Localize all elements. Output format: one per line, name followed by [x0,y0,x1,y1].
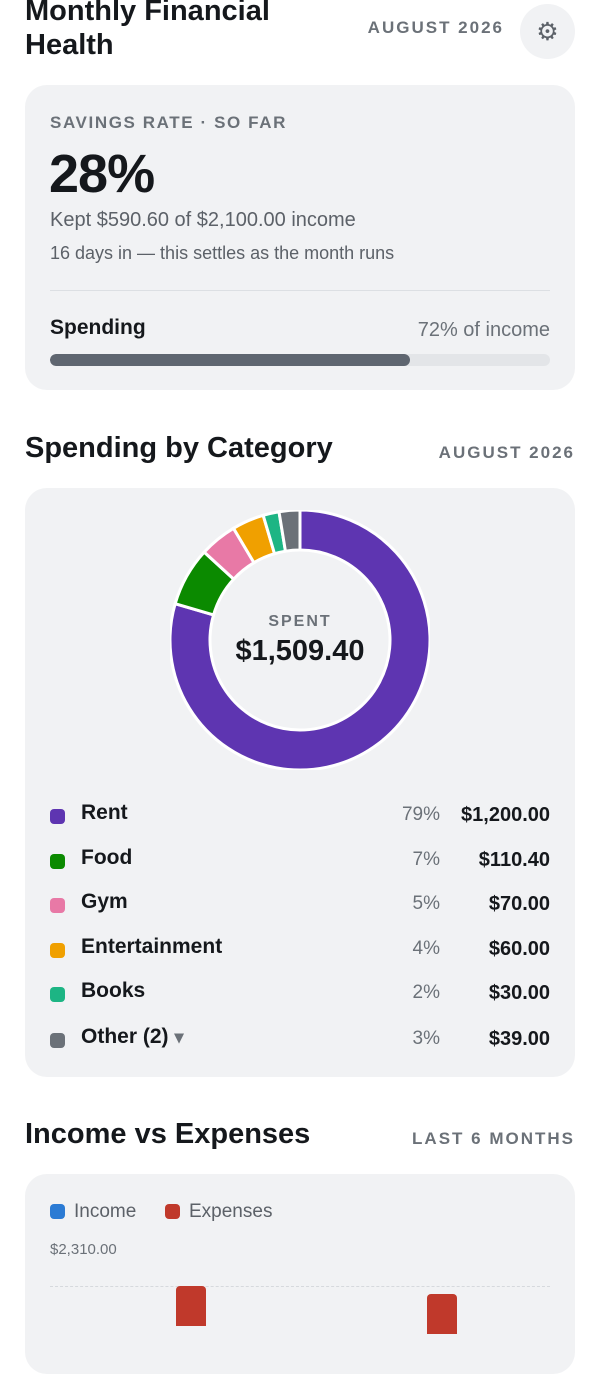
category-color-dot [50,943,65,958]
page-title: Monthly Financial Health [25,0,270,61]
category-percent: 4% [412,938,440,959]
category-section-title: Spending by Category [25,432,333,464]
category-color-dot [50,809,65,824]
header-period: AUGUST 2026 [367,18,504,37]
category-name: Other (2) [81,1025,169,1048]
category-percent: 3% [412,1028,440,1049]
days-note: 16 days in — this settles as the month r… [50,243,395,263]
card-divider [50,290,550,291]
legend-expenses-label: Expenses [189,1201,273,1222]
category-row-rent[interactable]: Rent 79% $1,200.00 [50,801,550,831]
category-color-dot [50,854,65,869]
category-name: Gym [81,890,128,913]
category-name: Books [81,979,146,1002]
category-amount: $39.00 [488,1028,550,1050]
spent-label: SPENT [268,612,332,630]
settings-button[interactable]: ⚙ [520,4,575,59]
chart-gridline [50,1286,550,1287]
category-row-food[interactable]: Food 7% $110.40 [50,846,550,876]
category-row-entertainment[interactable]: Entertainment 4% $60.00 [50,935,550,965]
savings-rate-value: 28% [49,144,155,204]
savings-rate-card: SAVINGS RATE · SO FAR 28% Kept $590.60 o… [25,85,575,390]
category-percent: 79% [401,804,440,825]
category-percent: 2% [412,982,440,1003]
expenses-bar[interactable] [427,1294,457,1334]
income-section-period: LAST 6 MONTHS [412,1129,575,1148]
income-expenses-card: Income Expenses $2,310.00 [25,1174,575,1374]
expenses-bar[interactable] [176,1286,206,1326]
y-axis-max-label: $2,310.00 [50,1241,117,1258]
category-row-other[interactable]: Other (2) ▾ 3% $39.00 [50,1025,550,1055]
income-section-title: Income vs Expenses [25,1118,311,1150]
savings-rate-eyebrow: SAVINGS RATE · SO FAR [50,113,287,132]
spending-progress-bar [50,354,550,366]
category-name: Food [81,846,133,869]
category-section-period: AUGUST 2026 [438,443,575,462]
category-amount: $70.00 [488,893,550,915]
category-percent: 7% [412,849,440,870]
legend-income-label: Income [74,1201,137,1222]
category-card: SPENT $1,509.40 Rent 79% $1,200.00 Food … [25,488,575,1077]
category-amount: $60.00 [488,938,550,960]
category-row-books[interactable]: Books 2% $30.00 [50,979,550,1009]
category-name: Entertainment [81,935,223,958]
category-color-dot [50,898,65,913]
category-color-dot [50,1033,65,1048]
chevron-down-icon[interactable]: ▾ [175,1027,184,1047]
category-percent: 5% [412,893,440,914]
category-amount: $110.40 [478,849,550,871]
category-row-gym[interactable]: Gym 5% $70.00 [50,890,550,920]
category-name-other: Other (2) ▾ [81,1025,184,1049]
category-amount: $1,200.00 [461,804,550,826]
category-amount: $30.00 [488,982,550,1004]
kept-summary: Kept $590.60 of $2,100.00 income [50,209,356,231]
spent-total: $1,509.40 [235,634,365,667]
page-header: Monthly Financial Health AUGUST 2026 ⚙ [25,0,575,74]
legend-income-swatch [50,1204,65,1219]
spending-percent: 72% of income [417,319,550,341]
category-color-dot [50,987,65,1002]
gear-icon: ⚙ [536,17,559,46]
donut-center: SPENT $1,509.40 [170,510,430,770]
legend-expenses-swatch [165,1204,180,1219]
category-name: Rent [81,801,128,824]
spending-progress-fill [50,354,410,366]
spending-label: Spending [50,316,146,339]
